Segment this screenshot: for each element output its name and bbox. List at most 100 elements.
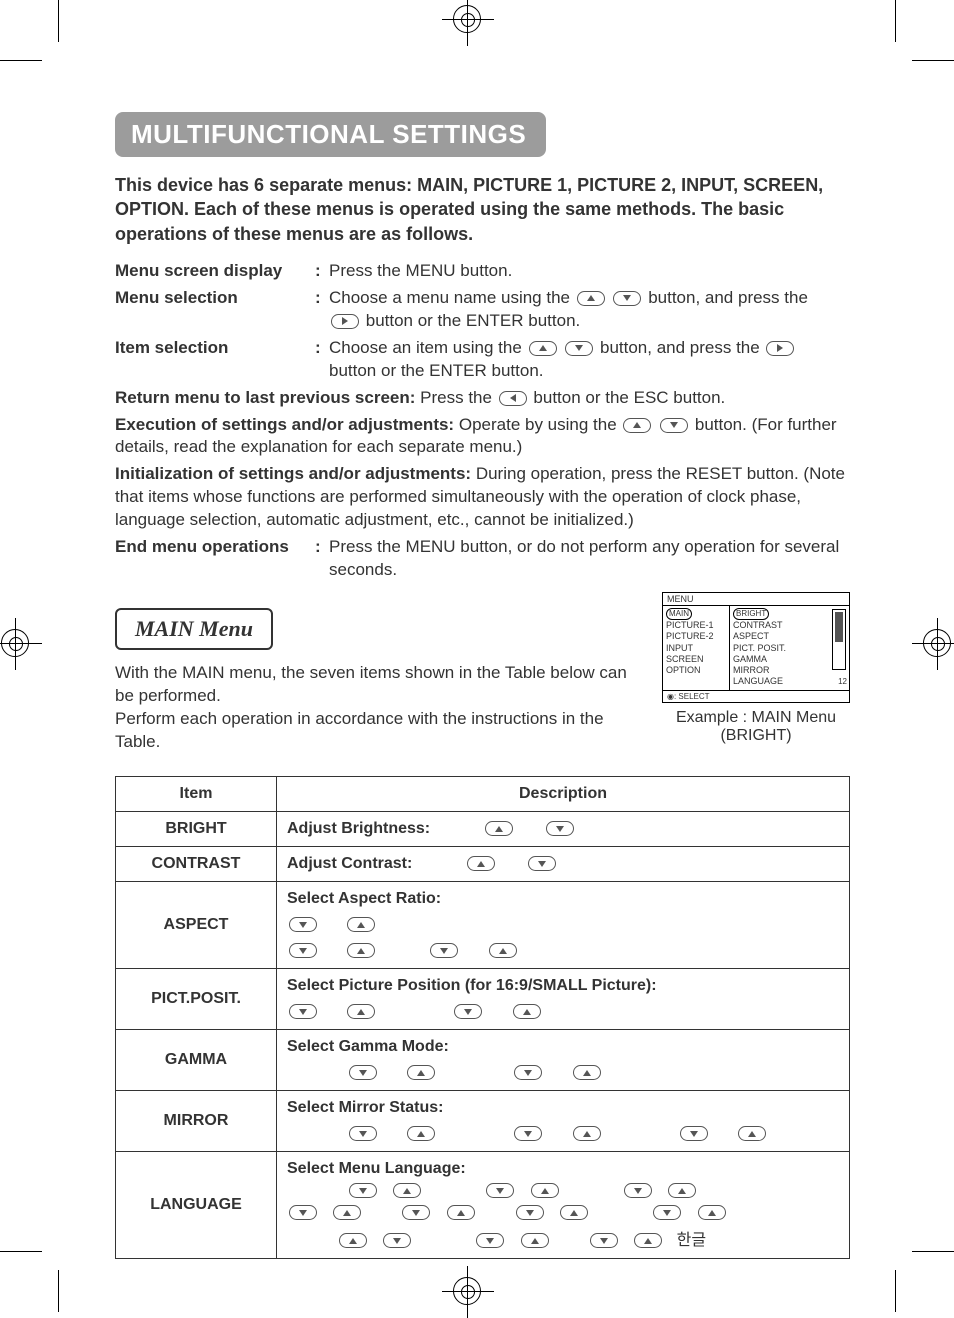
up-button-icon [347,1004,375,1019]
up-button-icon [634,1233,662,1248]
osd-item: PICTURE-1 [666,620,726,631]
osd-right-col: BRIGHT CONTRAST ASPECT PICT. POSIT. GAMM… [730,606,849,690]
desc-text: Select Menu Language: [287,1160,466,1177]
osd-item: GAMMA [733,654,846,665]
down-button-icon [516,1205,544,1220]
def-body: Choose an item using the button, and pre… [329,337,850,383]
osd-item: ASPECT [733,631,846,642]
osd-item: MIRROR [733,665,846,676]
up-button-icon [560,1205,588,1220]
def-label: Return menu to last previous screen: [115,388,415,407]
registration-mark-icon [912,618,954,670]
down-button-icon [546,821,574,836]
text: button, and press the [648,288,808,307]
up-button-icon [738,1126,766,1141]
up-button-icon [529,341,557,356]
item-cell: GAMMA [116,1029,277,1090]
desc-text: Select Aspect Ratio: [287,890,441,907]
page-title: MULTIFUNCTIONAL SETTINGS [115,112,546,157]
up-button-icon [485,821,513,836]
desc-cell: Adjust Brightness: [277,811,850,846]
table-row: BRIGHT Adjust Brightness: [116,811,850,846]
down-button-icon [514,1065,542,1080]
up-button-icon [407,1065,435,1080]
osd-title: MENU [663,593,849,606]
text: Choose a menu name using the [329,288,575,307]
up-button-icon [467,856,495,871]
osd-item: MAIN [666,608,692,620]
desc-cell: Select Aspect Ratio: [277,881,850,968]
def-label: Menu screen display [115,260,315,283]
table-row: PICT.POSIT. Select Picture Position (for… [116,968,850,1029]
item-cell: PICT.POSIT. [116,968,277,1029]
text: Press the [420,388,497,407]
def-exec: Execution of settings and/or adjustments… [115,414,850,460]
def-label: Initialization of settings and/or adjust… [115,464,471,483]
osd-caption: Example : MAIN Menu (BRIGHT) [662,709,850,745]
up-button-icon [347,917,375,932]
up-button-icon [333,1205,361,1220]
right-button-icon [331,314,359,329]
left-button-icon [499,391,527,406]
def-label: Execution of settings and/or adjustments… [115,415,454,434]
desc-cell: Select Menu Language: [277,1151,850,1258]
down-button-icon [660,418,688,433]
text: Operate by using the [459,415,622,434]
item-cell: MIRROR [116,1090,277,1151]
table-row: MIRROR Select Mirror Status: [116,1090,850,1151]
colon: : [315,287,329,333]
text: : SELECT [674,692,710,701]
up-button-icon [623,418,651,433]
text: Choose an item using the [329,338,527,357]
def-body: Press the MENU button, or do not perform… [329,536,850,582]
table-header-row: Item Description [116,776,850,811]
up-button-icon [573,1126,601,1141]
osd-item: CONTRAST [733,620,846,631]
osd-item: PICTURE-2 [666,631,726,642]
text: (BRIGHT) [720,727,791,744]
manual-page: MULTIFUNCTIONAL SETTINGS This device has… [0,0,954,1312]
table-row: ASPECT Select Aspect Ratio: [116,881,850,968]
crop-mark [0,60,42,61]
crop-mark [895,1270,896,1312]
item-cell: CONTRAST [116,846,277,881]
colon: : [315,536,329,582]
desc-cell: Select Gamma Mode: [277,1029,850,1090]
down-button-icon [289,1004,317,1019]
osd-item: PICT. POSIT. [733,643,846,654]
item-cell: BRIGHT [116,811,277,846]
osd-example: MENU MAIN PICTURE-1 PICTURE-2 INPUT SCRE… [662,592,850,745]
crop-mark [58,1270,59,1312]
crop-mark [912,1251,954,1252]
down-button-icon [476,1233,504,1248]
def-return: Return menu to last previous screen: Pre… [115,387,850,410]
osd-item: OPTION [666,665,726,676]
item-cell: ASPECT [116,881,277,968]
up-button-icon [407,1126,435,1141]
def-body: Press the MENU button. [329,260,850,283]
up-button-icon [447,1205,475,1220]
registration-mark-icon [442,1266,494,1318]
down-button-icon [680,1126,708,1141]
down-button-icon [590,1233,618,1248]
osd-item: LANGUAGE [733,676,846,687]
language-korean: 한글 [677,1232,706,1249]
section-heading: MAIN Menu [115,608,273,650]
up-button-icon [531,1183,559,1198]
main-menu-table: Item Description BRIGHT Adjust Brightnes… [115,776,850,1259]
crop-mark [895,0,896,42]
up-button-icon [339,1233,367,1248]
desc-text: Adjust Contrast: [287,855,412,872]
up-button-icon [521,1233,549,1248]
table-row: GAMMA Select Gamma Mode: [116,1029,850,1090]
up-button-icon [668,1183,696,1198]
down-button-icon [528,856,556,871]
def-label: Menu selection [115,287,315,333]
osd-item: BRIGHT [733,608,769,620]
text: button, and press the [600,338,764,357]
table-row: LANGUAGE Select Menu Language: [116,1151,850,1258]
def-init: Initialization of settings and/or adjust… [115,463,850,532]
down-button-icon [486,1183,514,1198]
right-button-icon [766,341,794,356]
intro-text: This device has 6 separate menus: MAIN, … [115,173,850,246]
